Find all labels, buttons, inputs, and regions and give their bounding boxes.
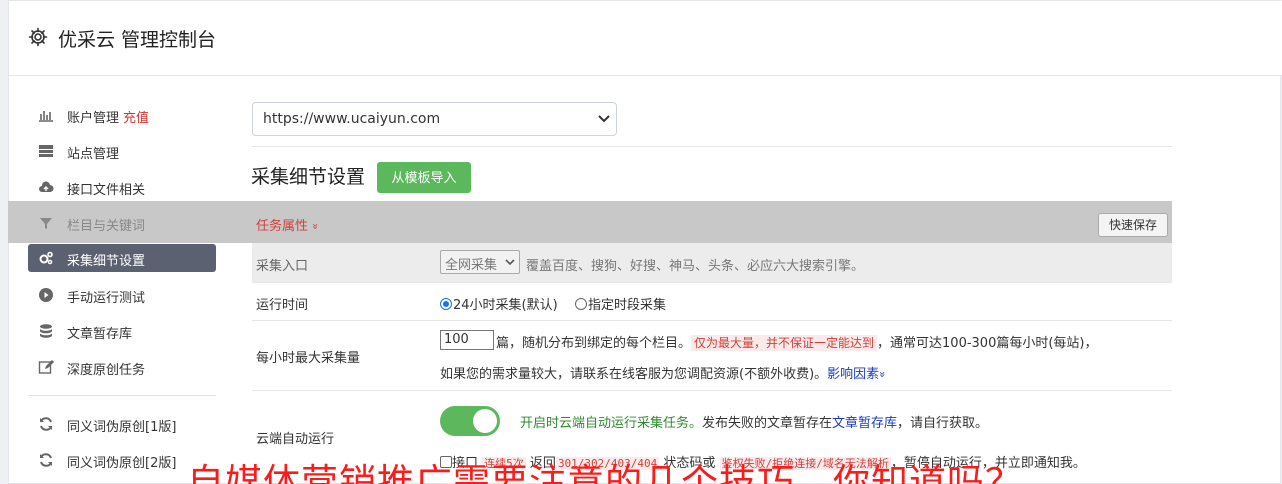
- sidebar-item-label: 账户管理: [67, 111, 120, 126]
- sidebar-item-label: 同义词伪原创[2版]: [67, 456, 177, 471]
- play-circle-icon: [39, 288, 53, 302]
- sidebar-item-label: 栏目与关键词: [67, 219, 146, 234]
- cogs-icon: [39, 251, 53, 265]
- radio-checked-icon: [440, 298, 452, 310]
- double-chevron-down-icon: »: [876, 371, 890, 378]
- edit-icon: [38, 360, 54, 374]
- sidebar-item-sites[interactable]: 站点管理: [28, 137, 216, 165]
- import-from-template-button[interactable]: 从模板导入: [377, 162, 471, 193]
- sidebar-item-columns-keywords[interactable]: 栏目与关键词: [28, 209, 216, 237]
- task-attributes-toggle[interactable]: 任务属性 »: [256, 215, 323, 234]
- factors-link[interactable]: 影响因素»: [827, 367, 890, 382]
- radio-unchecked-icon: [575, 298, 587, 310]
- sidebar-item-label: 手动运行测试: [67, 291, 146, 306]
- database-icon: [40, 324, 52, 338]
- collect-entry-value: 全网采集: [445, 258, 498, 273]
- collect-entry-select[interactable]: 全网采集: [440, 250, 520, 274]
- section-title: 采集细节设置: [251, 166, 366, 188]
- sidebar-item-account[interactable]: 账户管理 充值: [28, 101, 216, 129]
- sidebar-item-article-store[interactable]: 文章暂存库: [28, 317, 216, 345]
- sidebar-item-manual-run[interactable]: 手动运行测试: [28, 281, 216, 309]
- row-description: 篇，随机分布到绑定的每个栏目。 仅为最大量，并不保证一定能达到 ，通常可达100-3…: [496, 335, 1098, 351]
- refresh-icon: [40, 453, 52, 467]
- site-select[interactable]: https://www.ucaiyun.com: [252, 102, 617, 136]
- cloud-upload-icon: [39, 181, 54, 192]
- article-store-link[interactable]: 文章暂存库: [832, 416, 897, 431]
- divider: [252, 146, 1172, 147]
- site-select-value: https://www.ucaiyun.com: [263, 111, 441, 127]
- recharge-link[interactable]: 充值: [123, 111, 149, 126]
- sidebar-item-interface-files[interactable]: 接口文件相关: [28, 173, 216, 201]
- chevron-down-icon: [505, 259, 515, 266]
- bar-chart-icon: [39, 111, 53, 122]
- row-description: 覆盖百度、搜狗、好搜、神马、头条、必应六大搜索引擎。: [526, 259, 865, 274]
- sidebar-item-collect-settings[interactable]: 采集细节设置: [28, 244, 216, 272]
- radio-scheduled[interactable]: 指定时段采集: [575, 294, 666, 313]
- toggle-knob: [473, 409, 497, 433]
- sidebar-item-label: 文章暂存库: [67, 327, 133, 342]
- max-warning-tag: 仅为最大量，并不保证一定能达到: [691, 335, 878, 351]
- chevron-down-icon: [598, 115, 610, 123]
- cloud-auto-toggle[interactable]: [440, 406, 500, 436]
- page-title: 优采云 管理控制台: [58, 29, 217, 51]
- settings-row-entry: 采集入口 全网采集 覆盖百度、搜狗、好搜、神马、头条、必应六大搜索引擎。: [252, 243, 1172, 283]
- task-attributes-header: 任务属性 » 快速保存: [252, 201, 1172, 243]
- row-label: 采集入口: [256, 259, 309, 274]
- sidebar-item-deep-original[interactable]: 深度原创任务: [28, 353, 216, 381]
- server-icon: [39, 145, 53, 157]
- sidebar-item-label: 深度原创任务: [67, 363, 146, 378]
- quick-save-button[interactable]: 快速保存: [1098, 213, 1168, 237]
- sidebar-item-label: 采集细节设置: [67, 254, 146, 269]
- overlay-caption: 自媒体营销推广需要注意的几个技巧，你知道吗？: [187, 461, 1023, 484]
- sidebar-divider: [28, 395, 216, 396]
- sidebar-item-label: 接口文件相关: [67, 183, 146, 198]
- sidebar-item-synonym-v1[interactable]: 同义词伪原创[1版]: [28, 410, 216, 438]
- refresh-icon: [40, 417, 52, 431]
- max-per-hour-input[interactable]: 100: [440, 330, 494, 350]
- settings-row-runtime: 运行时间 24小时采集(默认) 指定时段采集: [252, 283, 1172, 321]
- sidebar-item-label: 站点管理: [67, 147, 120, 162]
- filter-icon: [40, 218, 52, 229]
- gear-icon: [28, 27, 48, 47]
- row-label: 每小时最大采集量: [256, 351, 361, 366]
- settings-row-max-per-hour: 每小时最大采集量 100 篇，随机分布到绑定的每个栏目。 仅为最大量，并不保证一定…: [252, 321, 1172, 391]
- row-description-2: 如果您的需求量较大，请联系在线客服为您调配资源(不额外收费)。影响因素»: [440, 367, 890, 382]
- row-description: 开启时云端自动运行采集任务。发布失败的文章暂存在文章暂存库，请自行获取。: [520, 416, 989, 431]
- sidebar-item-label: 同义词伪原创[1版]: [67, 420, 177, 435]
- row-label: 运行时间: [256, 298, 309, 313]
- radio-24h[interactable]: 24小时采集(默认): [440, 294, 558, 313]
- row-label: 云端自动运行: [256, 432, 335, 447]
- double-chevron-down-icon: »: [309, 223, 323, 230]
- page-header: 优采云 管理控制台: [9, 1, 1282, 76]
